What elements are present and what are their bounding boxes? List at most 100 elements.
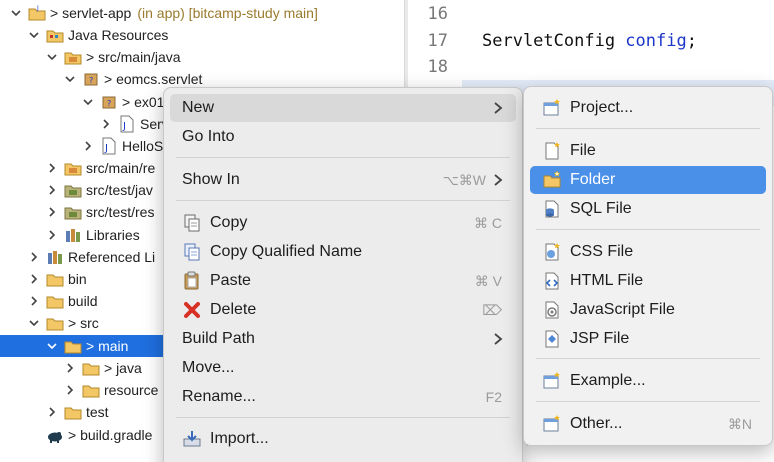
chevron-right-icon[interactable] bbox=[64, 362, 76, 374]
chevron-right-icon[interactable] bbox=[82, 140, 94, 152]
menu-item-label: Folder bbox=[570, 171, 616, 188]
gradle-icon bbox=[46, 426, 64, 444]
chevron-right-icon[interactable] bbox=[46, 229, 58, 241]
new-folder-icon bbox=[542, 170, 562, 190]
menu-item-copy-qualified-name[interactable]: Copy Qualified Name bbox=[170, 238, 516, 266]
java-file-icon: J bbox=[118, 115, 136, 133]
line-number: 17 bbox=[427, 31, 448, 51]
tree-row-label: Referenced Li bbox=[68, 249, 156, 265]
tree-row-label: > servlet-app bbox=[50, 5, 132, 21]
chevron-down-icon[interactable] bbox=[28, 29, 40, 41]
tree-row-java-resources[interactable]: Java Resources bbox=[0, 24, 404, 46]
submenu-item-example[interactable]: Example... bbox=[530, 367, 766, 395]
submenu-item-jsp-file[interactable]: JSP File bbox=[530, 325, 766, 353]
tree-row-label: src/test/jav bbox=[86, 182, 153, 198]
chevron-down-icon[interactable] bbox=[46, 340, 58, 352]
chevron-right-icon[interactable] bbox=[28, 295, 40, 307]
submenu-item-html-file[interactable]: HTML File bbox=[530, 267, 766, 295]
menu-item-import[interactable]: Import... bbox=[170, 425, 516, 453]
chevron-right-icon[interactable] bbox=[46, 406, 58, 418]
menu-item-label: New bbox=[182, 99, 215, 116]
chevron-right-icon[interactable] bbox=[46, 206, 58, 218]
menu-item-shortcut: ⌘N bbox=[727, 415, 752, 432]
chevron-right-icon[interactable] bbox=[28, 251, 40, 263]
chevron-down-icon[interactable] bbox=[10, 7, 22, 19]
menu-item-delete[interactable]: Delete ⌦ bbox=[170, 296, 516, 324]
submenu-item-sql-file[interactable]: SQL File bbox=[530, 195, 766, 223]
menu-item-label: Show In bbox=[182, 171, 240, 188]
tree-row-label: > main bbox=[86, 338, 129, 354]
tree-row-label: src/test/res bbox=[86, 204, 155, 220]
tree-row-label: > java bbox=[104, 360, 142, 376]
menu-item-label: Paste bbox=[210, 272, 251, 289]
menu-item-shortcut: ⌘ C bbox=[474, 214, 502, 231]
chevron-right-icon[interactable] bbox=[28, 429, 40, 441]
jsp-file-icon bbox=[542, 329, 562, 349]
chevron-down-icon[interactable] bbox=[46, 51, 58, 63]
menu-item-shortcut: ⌘ V bbox=[474, 272, 502, 289]
project-icon: J bbox=[28, 4, 46, 22]
menu-item-copy[interactable]: Copy ⌘ C bbox=[170, 209, 516, 237]
menu-item-shortcut: F2 bbox=[485, 389, 502, 405]
menu-item-paste[interactable]: Paste ⌘ V bbox=[170, 267, 516, 295]
menu-item-shortcut: ⌥⌘W bbox=[442, 171, 486, 188]
chevron-right-icon[interactable] bbox=[46, 162, 58, 174]
menu-item-label: Move... bbox=[182, 359, 235, 376]
chevron-down-icon[interactable] bbox=[28, 317, 40, 329]
code-line-17[interactable]: ServletConfig config; bbox=[482, 31, 697, 51]
menu-item-label: Rename... bbox=[182, 388, 256, 405]
menu-item-label: SQL File bbox=[570, 200, 632, 217]
chevron-right-icon[interactable] bbox=[28, 273, 40, 285]
tree-row-label: > eomcs.servlet bbox=[104, 71, 203, 87]
paste-icon bbox=[182, 271, 202, 291]
java-resources-icon bbox=[46, 26, 64, 44]
svg-text:J: J bbox=[122, 121, 126, 132]
chevron-right-icon bbox=[494, 102, 503, 114]
submenu-item-other[interactable]: Other... ⌘N bbox=[530, 410, 766, 438]
tree-row-label: src/main/re bbox=[86, 160, 156, 176]
chevron-right-icon[interactable] bbox=[46, 184, 58, 196]
tree-row-servlet-app[interactable]: J > servlet-app (in app) [bitcamp-study ma… bbox=[0, 2, 404, 24]
folder-icon bbox=[64, 337, 82, 355]
tree-row-src-main-java[interactable]: > src/main/java bbox=[0, 46, 404, 68]
menu-item-build-path[interactable]: Build Path bbox=[170, 325, 516, 353]
menu-item-label: JavaScript File bbox=[570, 301, 675, 318]
menu-item-rename[interactable]: Rename... F2 bbox=[170, 383, 516, 411]
tree-row-label: > src/main/java bbox=[86, 49, 181, 65]
other-wizard-icon bbox=[542, 414, 562, 434]
line-number: 16 bbox=[427, 4, 448, 24]
menu-item-label: Build Path bbox=[182, 330, 255, 347]
menu-item-label: Copy Qualified Name bbox=[210, 243, 363, 260]
chevron-right-icon[interactable] bbox=[100, 118, 112, 130]
delete-icon bbox=[182, 300, 202, 320]
submenu-item-css-file[interactable]: CSS File bbox=[530, 238, 766, 266]
menu-item-go-into[interactable]: Go Into bbox=[170, 123, 516, 151]
new-submenu: Project... File Folder SQL File CSS File… bbox=[523, 86, 773, 446]
chevron-down-icon[interactable] bbox=[82, 96, 94, 108]
menu-item-label: HTML File bbox=[570, 272, 644, 289]
folder-icon bbox=[46, 270, 64, 288]
submenu-item-javascript-file[interactable]: JavaScript File bbox=[530, 296, 766, 324]
menu-item-label: File bbox=[570, 142, 596, 159]
submenu-item-folder[interactable]: Folder bbox=[530, 166, 766, 194]
menu-item-new[interactable]: New bbox=[170, 94, 516, 122]
tree-row-label: > src bbox=[68, 315, 99, 331]
tree-row-label: build bbox=[68, 293, 98, 309]
menu-item-label: Example... bbox=[570, 372, 646, 389]
java-file-icon: J bbox=[100, 137, 118, 155]
chevron-right-icon[interactable] bbox=[64, 384, 76, 396]
source-folder-icon bbox=[64, 48, 82, 66]
chevron-down-icon[interactable] bbox=[64, 73, 76, 85]
code-semicolon: ; bbox=[686, 31, 697, 51]
menu-item-label: Go Into bbox=[182, 128, 235, 145]
submenu-item-project[interactable]: Project... bbox=[530, 94, 766, 122]
new-project-icon bbox=[542, 98, 562, 118]
menu-separator bbox=[176, 200, 510, 201]
javascript-file-icon bbox=[542, 300, 562, 320]
menu-separator bbox=[536, 128, 760, 129]
new-file-icon bbox=[542, 141, 562, 161]
tree-row-label: bin bbox=[68, 271, 87, 287]
menu-item-show-in[interactable]: Show In ⌥⌘W bbox=[170, 166, 516, 194]
submenu-item-file[interactable]: File bbox=[530, 137, 766, 165]
menu-item-move[interactable]: Move... bbox=[170, 354, 516, 382]
